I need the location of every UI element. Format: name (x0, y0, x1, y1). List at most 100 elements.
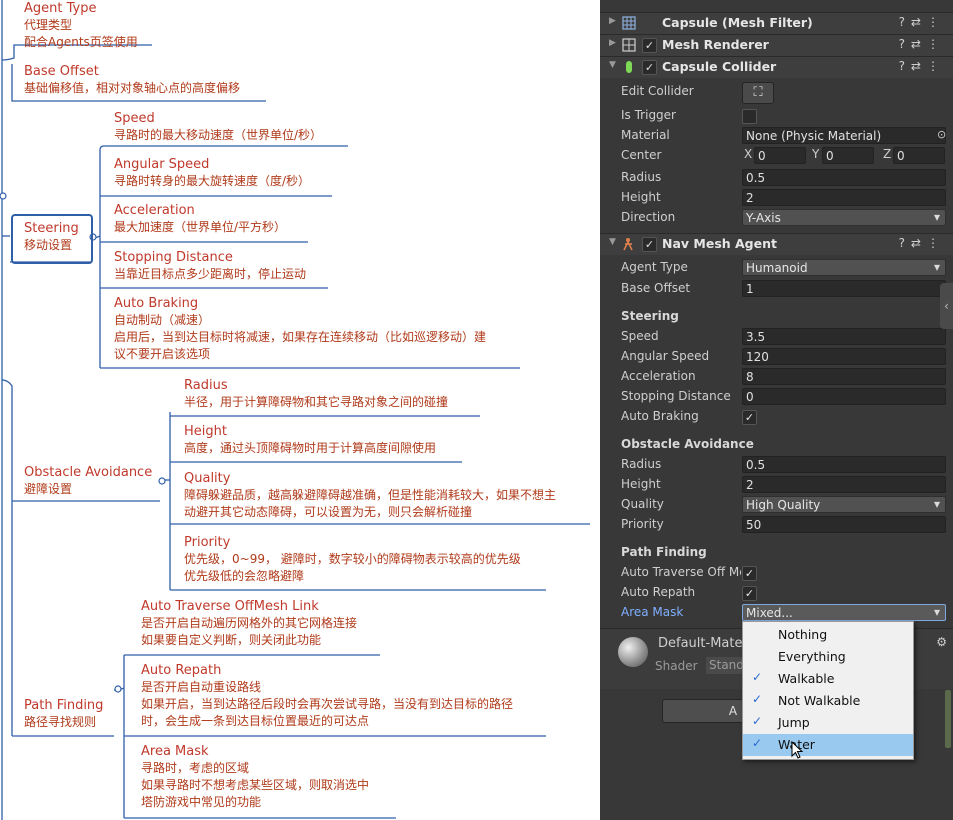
auto-braking-label: Auto Braking (621, 409, 699, 423)
mm-angular-speed: Angular Speed 寻路时转身的最大旋转速度（度/秒） (114, 156, 310, 190)
mm-agent-type-line2: 配合Agents页签使用 (24, 35, 138, 49)
object-picker-icon[interactable]: ⊙ (937, 128, 946, 141)
center-x-field[interactable]: 0 (754, 147, 806, 164)
component-nav-mesh-agent[interactable]: ▼ ✓ Nav Mesh Agent ?⇄⋮ (600, 233, 953, 255)
material-settings-icon[interactable]: ⚙ (936, 635, 947, 649)
mm-obstacle: Obstacle Avoidance 避障设置 (24, 464, 152, 498)
agent-type-dropdown[interactable]: Humanoid (742, 259, 946, 276)
center-z-label: Z (883, 147, 892, 161)
mm-area-mask-line3: 塔防游戏中常见的功能 (141, 795, 262, 809)
mm-base-offset-line1: 基础偏移值，相对对象轴心点的高度偏移 (24, 81, 241, 95)
popup-item-walkable[interactable]: ✓ Walkable (743, 668, 913, 690)
mm-agent-type-title: Agent Type (24, 1, 97, 16)
center-z-field[interactable]: 0 (893, 147, 945, 164)
mm-priority-line2: 优先级低的会忽略避障 (184, 569, 305, 583)
speed-field[interactable]: 3.5 (742, 328, 946, 345)
area-mask-row: Area Mask Mixed... (600, 603, 953, 623)
quality-dropdown[interactable]: High Quality (742, 496, 946, 513)
side-collapse-tab[interactable]: ‹ (940, 283, 953, 329)
quality-row: Quality High Quality (600, 495, 953, 515)
mm-steering: Steering 移动设置 (24, 220, 79, 254)
shader-label: Shader (655, 659, 698, 673)
center-y-field[interactable]: 0 (822, 147, 874, 164)
component-header-icons[interactable]: ?⇄⋮ (899, 236, 945, 250)
expand-arrow-icon[interactable]: ▼ (609, 237, 616, 247)
popup-item-label: Jump (778, 715, 810, 730)
mm-agent-type-line1: 代理类型 (24, 18, 73, 32)
mm-auto-traverse-line1: 是否开启自动遍历网格外的其它网格连接 (141, 616, 358, 630)
component-mesh-renderer[interactable]: ▶ ✓ Mesh Renderer ?⇄⋮ (600, 34, 953, 56)
mesh-renderer-icon (622, 38, 636, 52)
popup-item-jump[interactable]: ✓ Jump (743, 712, 913, 734)
mm-auto-repath-line2: 如果开启，当到达路径后段时会再次尝试寻路，当没有到达目标的路径 (141, 697, 514, 711)
popup-item-nothing[interactable]: Nothing (743, 624, 913, 646)
nav-mesh-agent-icon (623, 238, 633, 251)
edit-collider-label: Edit Collider (621, 84, 694, 98)
component-capsule-collider[interactable]: ▼ ✓ Capsule Collider ?⇄⋮ (600, 56, 953, 78)
auto-braking-checkbox[interactable]: ✓ (742, 410, 757, 425)
mm-radius: Radius 半径，用于计算障碍物和其它寻路对象之间的碰撞 (184, 377, 448, 411)
collapse-arrow-icon[interactable]: ▶ (609, 16, 616, 26)
direction-row: Direction Y-Axis (600, 208, 953, 228)
component-header-icons[interactable]: ?⇄⋮ (899, 15, 945, 29)
mm-stopping-line1: 当靠近目标点多少距离时，停止运动 (114, 267, 307, 281)
expand-arrow-icon[interactable]: ▼ (609, 60, 616, 70)
speed-row: Speed 3.5 (600, 327, 953, 347)
base-offset-label: Base Offset (621, 281, 691, 295)
auto-traverse-row: Auto Traverse Off Me ✓ (600, 563, 953, 583)
mm-auto-repath: Auto Repath 是否开启自动重设路线 如果开启，当到达路径后段时会再次尝… (141, 662, 513, 730)
material-field[interactable]: None (Physic Material) (742, 127, 946, 144)
mm-auto-braking-line3: 议不要开启该选项 (114, 347, 211, 361)
quality-label: Quality (621, 497, 664, 511)
auto-repath-checkbox[interactable]: ✓ (742, 586, 757, 601)
mm-auto-braking: Auto Braking 自动制动（减速） 启用后，当到达目标时将减速，如果存在… (114, 295, 486, 363)
mm-auto-traverse-line2: 如果要自定义判断，则关闭此功能 (141, 633, 322, 647)
stopping-distance-field[interactable]: 0 (742, 388, 946, 405)
mm-area-mask-title: Area Mask (141, 744, 209, 759)
priority-field[interactable]: 50 (742, 516, 946, 533)
mesh-filter-icon (622, 16, 636, 30)
edit-collider-icon: ⛶ (753, 85, 763, 100)
edit-collider-button[interactable]: ⛶ (742, 82, 774, 104)
edit-collider-row: Edit Collider (600, 82, 953, 102)
mm-radius-line1: 半径，用于计算障碍物和其它寻路对象之间的碰撞 (184, 395, 449, 409)
popup-item-everything[interactable]: Everything (743, 646, 913, 668)
mm-priority-title: Priority (184, 535, 231, 550)
angular-speed-row: Angular Speed 120 (600, 347, 953, 367)
collider-radius-row: Radius 0.5 (600, 168, 953, 188)
popup-item-label: Everything (778, 649, 846, 664)
area-mask-dropdown[interactable]: Mixed... (742, 604, 946, 621)
capsule-collider-icon (626, 61, 632, 73)
popup-item-label: Not Walkable (778, 693, 861, 708)
collider-height-field[interactable]: 2 (742, 189, 946, 206)
mm-auto-traverse: Auto Traverse OffMesh Link 是否开启自动遍历网格外的其… (141, 598, 357, 649)
agent-radius-row: Radius 0.5 (600, 455, 953, 475)
component-mesh-filter[interactable]: ▶ Capsule (Mesh Filter) ?⇄⋮ (600, 12, 953, 34)
scrollbar-thumb[interactable] (945, 690, 951, 748)
mm-auto-braking-line2: 启用后，当到达目标时将减速，如果存在连续移动（比如巡逻移动）建 (114, 330, 487, 344)
is-trigger-checkbox[interactable] (742, 109, 757, 124)
acceleration-field[interactable]: 8 (742, 368, 946, 385)
auto-traverse-checkbox[interactable]: ✓ (742, 566, 757, 581)
base-offset-row: Base Offset 1 (600, 279, 953, 299)
component-header-icons[interactable]: ?⇄⋮ (899, 59, 945, 73)
direction-dropdown[interactable]: Y-Axis (742, 209, 946, 226)
collider-radius-field[interactable]: 0.5 (742, 169, 946, 186)
mm-quality-line1: 障碍躲避品质，越高躲避障碍越准确，但是性能消耗较大，如果不想主 (184, 488, 557, 502)
mouse-cursor-icon (791, 741, 804, 759)
angular-speed-field[interactable]: 120 (742, 348, 946, 365)
capsule-collider-enabled-checkbox[interactable]: ✓ (642, 60, 657, 75)
mm-quality: Quality 障碍躲避品质，越高躲避障碍越准确，但是性能消耗较大，如果不想主 … (184, 470, 556, 521)
nav-mesh-agent-enabled-checkbox[interactable]: ✓ (642, 237, 657, 252)
component-header-icons[interactable]: ?⇄⋮ (899, 37, 945, 51)
popup-item-not-walkable[interactable]: ✓ Not Walkable (743, 690, 913, 712)
collapse-arrow-icon[interactable]: ▶ (609, 38, 616, 48)
popup-item-water[interactable]: ✓ Water (743, 734, 913, 756)
agent-height-field[interactable]: 2 (742, 476, 946, 493)
base-offset-field[interactable]: 1 (742, 280, 946, 297)
collider-height-label: Height (621, 190, 661, 204)
obstacle-avoidance-header: Obstacle Avoidance (621, 437, 754, 451)
mm-steering-title: Steering (24, 221, 79, 236)
agent-radius-field[interactable]: 0.5 (742, 456, 946, 473)
mesh-renderer-enabled-checkbox[interactable]: ✓ (642, 38, 657, 53)
